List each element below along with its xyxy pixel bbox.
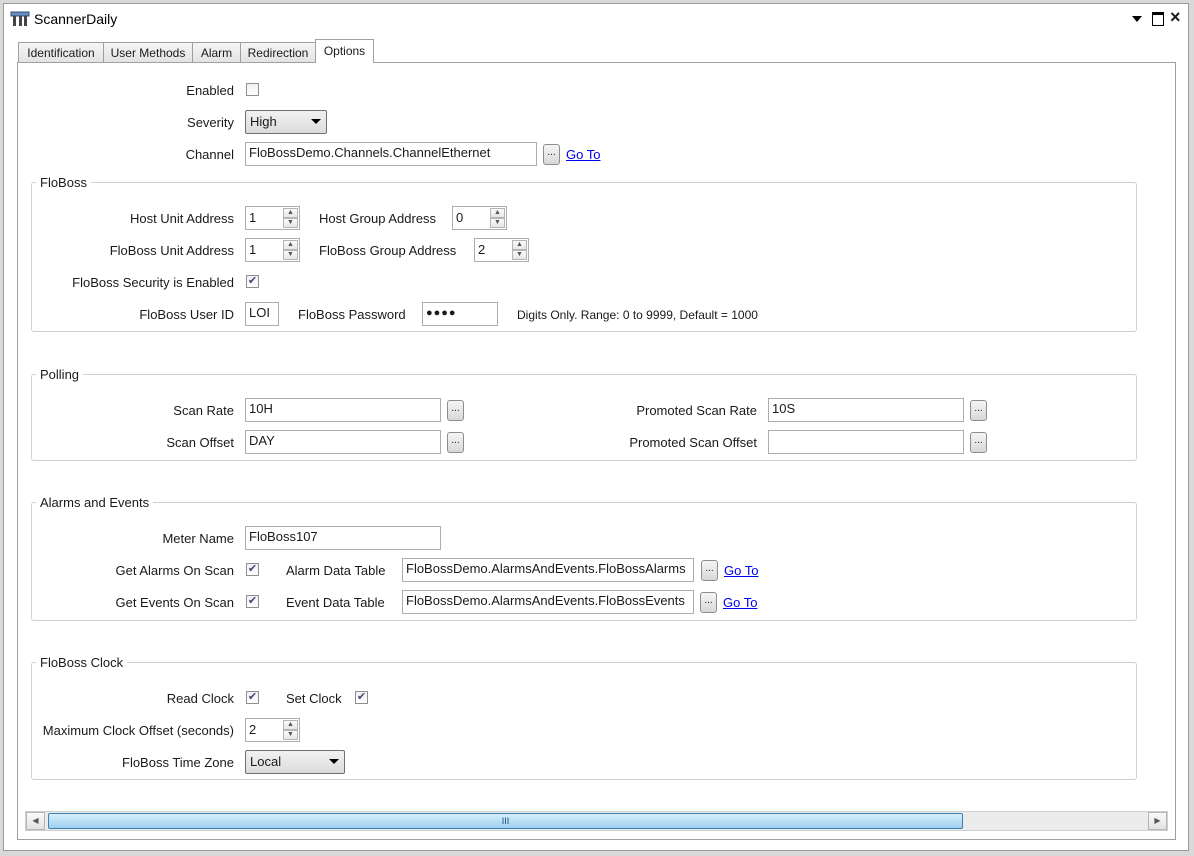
severity-label: Severity — [187, 115, 234, 130]
tab-alarm[interactable]: Alarm — [192, 42, 241, 62]
scan-offset-label: Scan Offset — [166, 435, 234, 450]
spin-up-icon[interactable]: ▲ — [283, 208, 298, 218]
timezone-value: Local — [250, 754, 282, 769]
spin-up-icon[interactable]: ▲ — [283, 720, 298, 730]
scan-rate-input[interactable]: 10H — [245, 398, 441, 422]
spin-down-icon[interactable]: ▼ — [283, 218, 298, 228]
password-hint: Digits Only. Range: 0 to 9999, Default =… — [517, 308, 758, 322]
timezone-dropdown[interactable]: Local — [245, 750, 345, 774]
host-group-value: 0 — [456, 210, 464, 225]
scroll-right-button[interactable]: ▶ — [1148, 812, 1167, 830]
meter-name-input[interactable]: FloBoss107 — [245, 526, 441, 550]
channel-input[interactable]: FloBossDemo.Channels.ChannelEthernet — [245, 142, 537, 166]
get-alarms-checkbox[interactable]: ✔ — [246, 563, 259, 576]
restore-icon[interactable] — [1152, 12, 1164, 26]
spin-up-icon[interactable]: ▲ — [490, 208, 505, 218]
floboss-unit-stepper[interactable]: 1 ▲ ▼ — [245, 238, 300, 262]
promoted-offset-browse-button[interactable]: ... — [970, 432, 987, 453]
max-offset-label: Maximum Clock Offset (seconds) — [42, 723, 234, 738]
promoted-rate-label: Promoted Scan Rate — [636, 403, 757, 418]
tab-options[interactable]: Options — [315, 39, 374, 63]
chevron-down-icon[interactable] — [1132, 16, 1142, 22]
spin-down-icon[interactable]: ▼ — [283, 730, 298, 740]
floboss-unit-value: 1 — [249, 242, 257, 257]
security-label: FloBoss Security is Enabled — [72, 275, 234, 290]
promoted-offset-input[interactable] — [768, 430, 964, 454]
floboss-group-address-label: FloBoss Group Address — [319, 243, 457, 258]
spin-down-icon[interactable]: ▼ — [283, 250, 298, 260]
alarm-table-input[interactable]: FloBossDemo.AlarmsAndEvents.FloBossAlarm… — [402, 558, 694, 582]
tab-identification[interactable]: Identification — [18, 42, 104, 62]
get-alarms-label: Get Alarms On Scan — [115, 563, 235, 578]
promoted-rate-input[interactable]: 10S — [768, 398, 964, 422]
event-table-browse-button[interactable]: ... — [700, 592, 717, 613]
scan-rate-browse-button[interactable]: ... — [447, 400, 464, 421]
host-group-stepper[interactable]: 0 ▲ ▼ — [452, 206, 507, 230]
event-table-input[interactable]: FloBossDemo.AlarmsAndEvents.FloBossEvent… — [402, 590, 694, 614]
meter-name-label: Meter Name — [162, 531, 234, 546]
get-events-checkbox[interactable]: ✔ — [246, 595, 259, 608]
user-id-label: FloBoss User ID — [139, 307, 234, 322]
password-label: FloBoss Password — [298, 307, 406, 322]
floboss-group-title: FloBoss — [36, 175, 91, 191]
promoted-rate-browse-button[interactable]: ... — [970, 400, 987, 421]
set-clock-checkbox[interactable]: ✔ — [355, 691, 368, 704]
spin-down-icon[interactable]: ▼ — [490, 218, 505, 228]
app-icon — [10, 10, 30, 28]
read-clock-label: Read Clock — [166, 691, 234, 706]
enabled-checkbox[interactable] — [246, 83, 259, 96]
scan-offset-input[interactable]: DAY — [245, 430, 441, 454]
timezone-label: FloBoss Time Zone — [122, 755, 234, 770]
channel-browse-button[interactable]: ... — [543, 144, 560, 165]
promoted-offset-label: Promoted Scan Offset — [629, 435, 757, 450]
severity-value: High — [250, 114, 277, 129]
event-table-goto-link[interactable]: Go To — [723, 595, 757, 611]
host-unit-stepper[interactable]: 1 ▲ ▼ — [245, 206, 300, 230]
password-input[interactable]: ●●●● — [422, 302, 498, 326]
severity-dropdown[interactable]: High — [245, 110, 327, 134]
event-table-label: Event Data Table — [286, 595, 385, 610]
floboss-group-stepper[interactable]: 2 ▲ ▼ — [474, 238, 529, 262]
scan-rate-label: Scan Rate — [173, 403, 234, 418]
channel-label: Channel — [185, 147, 234, 162]
chevron-down-icon — [311, 119, 321, 124]
get-events-label: Get Events On Scan — [115, 595, 234, 610]
scroll-thumb[interactable]: III — [48, 813, 963, 829]
read-clock-checkbox[interactable]: ✔ — [246, 691, 259, 704]
floboss-group-value: 2 — [478, 242, 486, 257]
max-offset-stepper[interactable]: 2 ▲ ▼ — [245, 718, 300, 742]
scan-offset-browse-button[interactable]: ... — [447, 432, 464, 453]
scroll-grip: III — [501, 816, 510, 826]
alarm-table-browse-button[interactable]: ... — [701, 560, 718, 581]
spin-up-icon[interactable]: ▲ — [512, 240, 527, 250]
scroll-left-button[interactable]: ◀ — [26, 812, 45, 830]
floboss-clock-group-title: FloBoss Clock — [36, 655, 128, 671]
chevron-down-icon — [329, 759, 339, 764]
enabled-label: Enabled — [186, 83, 234, 98]
spin-down-icon[interactable]: ▼ — [512, 250, 527, 260]
close-icon[interactable]: × — [1170, 8, 1181, 26]
alarm-table-goto-link[interactable]: Go To — [724, 563, 758, 579]
tab-user-methods[interactable]: User Methods — [103, 42, 193, 62]
polling-group-title: Polling — [36, 367, 84, 383]
tab-redirection[interactable]: Redirection — [240, 42, 316, 62]
floboss-unit-label: FloBoss Unit Address — [109, 243, 234, 258]
spin-up-icon[interactable]: ▲ — [283, 240, 298, 250]
set-clock-label: Set Clock — [286, 691, 342, 706]
host-group-label: Host Group Address — [319, 211, 437, 226]
channel-goto-link[interactable]: Go To — [566, 147, 600, 163]
max-offset-value: 2 — [249, 722, 257, 737]
host-unit-label: Host Unit Address — [129, 211, 234, 226]
alarm-table-label: Alarm Data Table — [286, 563, 386, 578]
user-id-input[interactable]: LOI — [245, 302, 279, 326]
alarms-events-group-title: Alarms and Events — [36, 495, 154, 511]
window-title: ScannerDaily — [34, 11, 118, 27]
security-checkbox[interactable]: ✔ — [246, 275, 259, 288]
host-unit-value: 1 — [249, 210, 257, 225]
